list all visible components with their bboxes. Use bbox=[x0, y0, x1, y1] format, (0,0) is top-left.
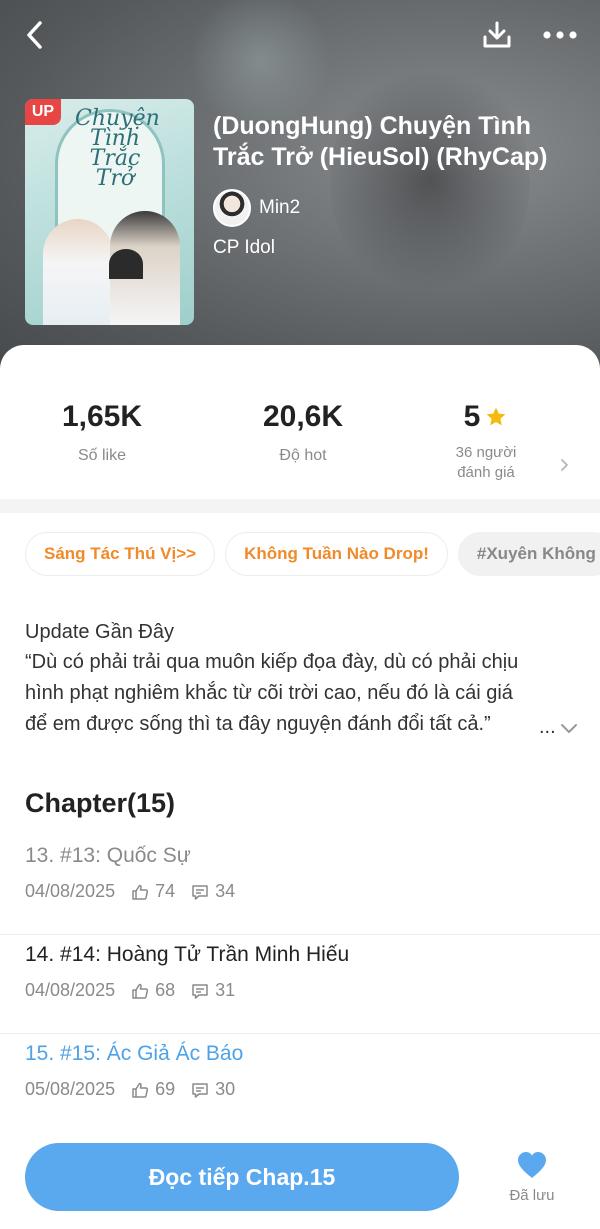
hot-stat: 20,6K Độ hot bbox=[203, 397, 403, 465]
rating-value: 5 bbox=[463, 400, 481, 433]
cover-title-art: Chuyện Tình Trắc Trở bbox=[75, 106, 160, 191]
tag-list: Sáng Tác Thú Vị>> Không Tuần Nào Drop! #Xu… bbox=[25, 532, 600, 578]
back-button[interactable] bbox=[14, 14, 56, 56]
comment-icon bbox=[192, 983, 208, 999]
chapter-comments: 30 bbox=[215, 1079, 236, 1099]
chapter-heading: Chapter(15) bbox=[25, 788, 176, 818]
rating-count-line1: 36 người bbox=[455, 444, 517, 461]
ellipsis: ... bbox=[539, 716, 556, 738]
book-cover[interactable]: Chuyện Tình Trắc Trở bbox=[25, 99, 194, 325]
chevron-right-icon[interactable] bbox=[557, 458, 571, 472]
book-title: (DuongHung) Chuyện Tình Trắc Trở (HieuSo… bbox=[213, 112, 548, 171]
chapter-likes: 68 bbox=[155, 980, 176, 1000]
bottom-action-bar: Đọc tiếp Chap.15 Đã lưu bbox=[0, 1130, 600, 1229]
author-link[interactable]: Min2 bbox=[213, 189, 300, 227]
thumbs-up-icon bbox=[132, 983, 149, 999]
saved-label: Đã lưu bbox=[509, 1187, 555, 1204]
hot-label: Độ hot bbox=[279, 447, 327, 464]
chapter-item[interactable]: 13. #13: Quốc Sự 04/08/2025 74 34 bbox=[0, 836, 600, 935]
likes-stat: 1,65K Số like bbox=[2, 397, 202, 465]
thumbs-up-icon bbox=[132, 884, 149, 900]
rating-stat[interactable]: 5 36 người đánh giá bbox=[386, 397, 586, 483]
author-name: Min2 bbox=[259, 197, 301, 218]
recent-update: Update Gần Đây “Dù có phải trải qua muôn… bbox=[25, 617, 585, 740]
update-title: Update Gần Đây bbox=[25, 621, 174, 643]
continue-reading-button[interactable]: Đọc tiếp Chap.15 bbox=[25, 1143, 459, 1211]
avatar bbox=[213, 189, 251, 227]
likes-value: 1,65K bbox=[61, 400, 143, 433]
more-icon bbox=[543, 31, 577, 39]
chapter-comments: 31 bbox=[215, 980, 236, 1000]
top-bar bbox=[0, 0, 600, 70]
tag-item[interactable]: Sáng Tác Thú Vị>> bbox=[25, 532, 216, 576]
heart-icon bbox=[518, 1152, 546, 1178]
hot-value: 20,6K bbox=[262, 400, 344, 433]
chevron-down-icon bbox=[560, 723, 577, 733]
stats-panel: 1,65K Số like 20,6K Độ hot 5 36 người đá… bbox=[0, 345, 600, 499]
chapter-likes: 74 bbox=[155, 881, 176, 901]
chapter-date: 04/08/2025 bbox=[25, 881, 116, 901]
chapter-date: 04/08/2025 bbox=[25, 980, 116, 1000]
chapter-title: 15. #15: Ác Giả Ác Báo bbox=[25, 1042, 244, 1065]
star-icon bbox=[486, 407, 506, 426]
saved-button[interactable]: Đã lưu bbox=[496, 1150, 568, 1204]
content-sheet: 1,65K Số like 20,6K Độ hot 5 36 người đá… bbox=[0, 345, 600, 1229]
chapter-date: 05/08/2025 bbox=[25, 1079, 116, 1099]
chapter-item[interactable]: 14. #14: Hoàng Tử Trần Minh Hiếu 04/08/2… bbox=[0, 935, 600, 1034]
chapter-title: 14. #14: Hoàng Tử Trần Minh Hiếu bbox=[25, 943, 350, 966]
comment-icon bbox=[192, 1082, 208, 1098]
more-button[interactable] bbox=[539, 14, 581, 56]
back-icon bbox=[27, 21, 42, 49]
chapter-item[interactable]: 15. #15: Ác Giả Ác Báo 05/08/2025 69 30 bbox=[0, 1034, 600, 1133]
tag-item[interactable]: Không Tuần Nào Drop! bbox=[225, 532, 448, 576]
expand-description[interactable]: ... bbox=[539, 716, 578, 739]
thumbs-up-icon bbox=[132, 1082, 149, 1098]
tag-item[interactable]: #Xuyên Không bbox=[457, 532, 600, 576]
cover-fan bbox=[109, 249, 143, 279]
comment-icon bbox=[192, 884, 208, 900]
update-badge: UP bbox=[25, 99, 61, 125]
chapter-title: 13. #13: Quốc Sự bbox=[25, 844, 191, 867]
category-label[interactable]: CP Idol bbox=[213, 237, 275, 259]
likes-label: Số like bbox=[77, 447, 127, 464]
cover-figure-left bbox=[43, 219, 113, 325]
chapter-likes: 69 bbox=[155, 1079, 176, 1099]
section-divider bbox=[0, 499, 600, 513]
rating-count-line2: đánh giá bbox=[457, 464, 515, 481]
download-button[interactable] bbox=[476, 14, 518, 56]
update-text: “Dù có phải trải qua muôn kiếp đọa đày, … bbox=[25, 651, 519, 735]
download-icon bbox=[483, 21, 511, 48]
chapter-comments: 34 bbox=[215, 881, 236, 901]
